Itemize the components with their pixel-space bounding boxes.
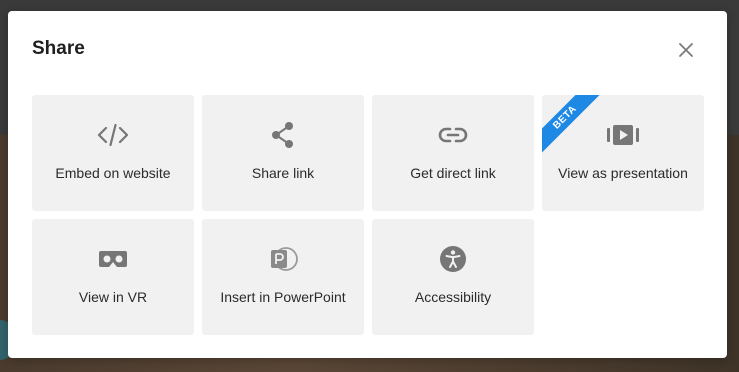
share-dialog: Share Embed on website Share link Get di… [8, 11, 727, 358]
close-button[interactable] [674, 38, 698, 62]
share-icon [266, 121, 300, 149]
share-options-grid: Embed on website Share link Get direct l… [32, 95, 704, 335]
get-direct-link-option[interactable]: Get direct link [372, 95, 534, 211]
option-label: Get direct link [410, 165, 496, 181]
link-icon [436, 121, 470, 149]
beta-badge: BETA [542, 95, 603, 156]
option-label: View as presentation [558, 165, 688, 181]
view-in-vr-option[interactable]: View in VR [32, 219, 194, 335]
accessibility-icon [436, 245, 470, 273]
insert-in-powerpoint-option[interactable]: Insert in PowerPoint [202, 219, 364, 335]
option-label: Share link [251, 165, 315, 181]
option-label: Insert in PowerPoint [220, 289, 346, 305]
vr-headset-icon [96, 245, 130, 273]
option-label: Accessibility [414, 289, 492, 305]
code-icon [96, 121, 130, 149]
presentation-icon [606, 121, 640, 149]
option-label: Embed on website [55, 165, 171, 181]
dialog-title: Share [32, 38, 85, 59]
powerpoint-icon [266, 245, 300, 273]
accessibility-option[interactable]: Accessibility [372, 219, 534, 335]
embed-on-website-option[interactable]: Embed on website [32, 95, 194, 211]
view-as-presentation-option[interactable]: BETA View as presentation [542, 95, 704, 211]
option-label: View in VR [78, 289, 148, 305]
close-icon [679, 43, 693, 57]
share-link-option[interactable]: Share link [202, 95, 364, 211]
